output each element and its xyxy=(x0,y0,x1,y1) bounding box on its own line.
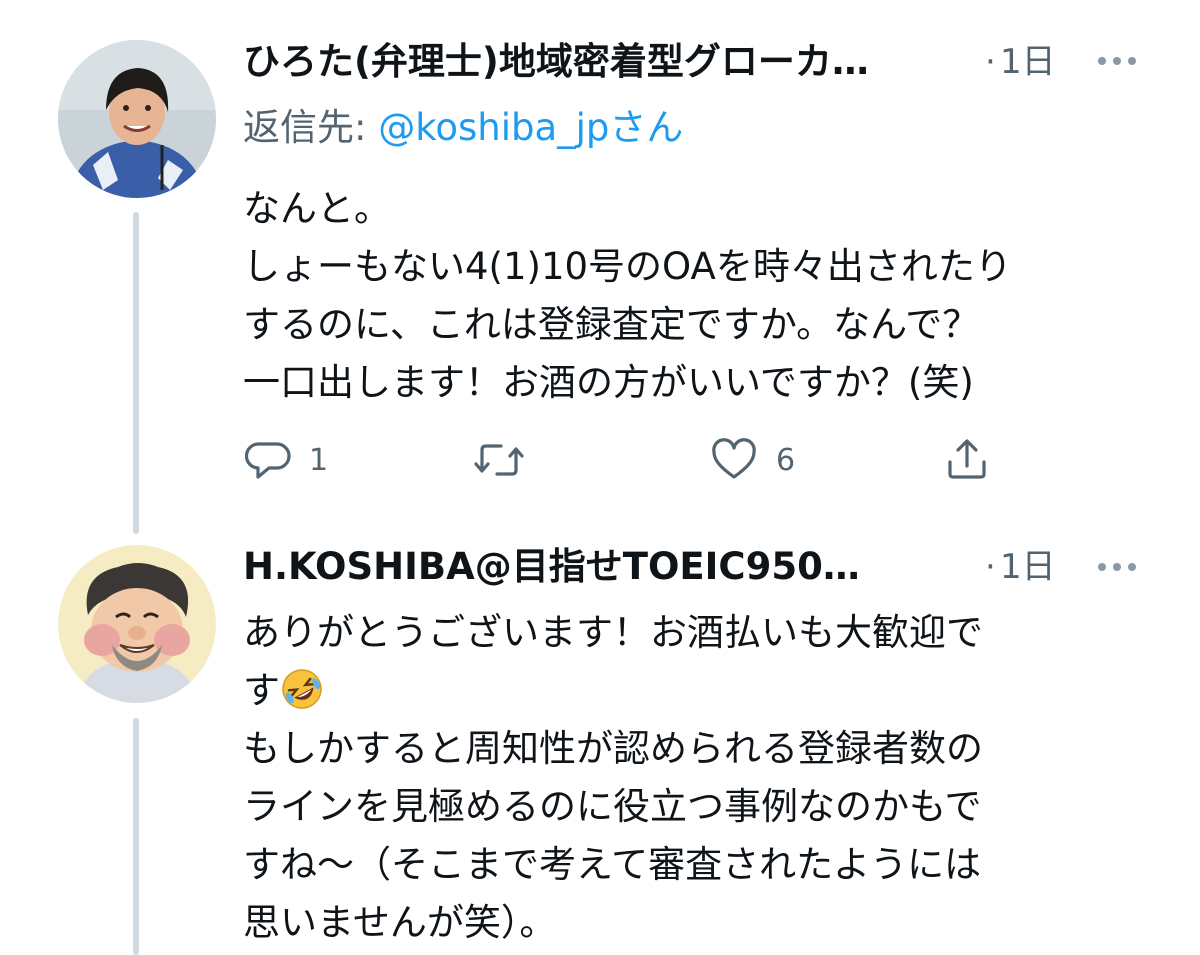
reply-to-handle[interactable]: @koshiba_jpさん xyxy=(378,106,683,149)
avatar-caricature xyxy=(58,545,216,703)
tweet-text-line: しょーもない4(1)10号のOAを時々出されたり xyxy=(243,245,1012,288)
tweet-text-line: 思いませんが笑）。 xyxy=(243,901,557,944)
retweet-button[interactable] xyxy=(473,440,543,480)
reply-to-line: 返信先: @koshiba_jpさん xyxy=(243,106,683,150)
reply-handle-suffix[interactable]: さん xyxy=(609,106,683,149)
rolling-on-floor-laughing-icon xyxy=(282,669,322,709)
speech-bubble-icon xyxy=(245,442,291,479)
reply-to-label: 返信先: xyxy=(243,106,379,149)
tweet-text-line: なんと。 xyxy=(243,187,391,230)
more-dots-icon[interactable] xyxy=(1098,57,1136,65)
separator-dot: · xyxy=(985,42,996,82)
tweet-text-line: ありがとうございます！お酒払いも大歓迎で xyxy=(243,611,983,654)
more-dots-icon[interactable] xyxy=(1098,563,1136,571)
like-button[interactable]: 6 xyxy=(710,438,795,482)
thread-connector xyxy=(133,212,139,534)
share-button[interactable] xyxy=(944,436,990,482)
like-count: 6 xyxy=(776,442,796,478)
retweet-arrows-icon xyxy=(474,444,524,476)
avatar[interactable] xyxy=(58,545,216,703)
tweet-text-line: ラインを見極めるのに役立つ事例なのかもで xyxy=(243,785,982,828)
tweet-text-line: もしかすると周知性が認められる登録者数の xyxy=(243,727,983,770)
author-name[interactable]: H.KOSHIBA@目指せTOEIC950… xyxy=(243,545,958,589)
tweet-text-line-with-emoji: す xyxy=(243,662,983,720)
tweet-text-line: 一口出します！お酒の方がいいですか？(笑) xyxy=(243,361,974,404)
reply-handle-text[interactable]: @koshiba_jp xyxy=(378,106,609,149)
tweet-text: ありがとうございます！お酒払いも大歓迎で す もしかすると周知性が認められる登録… xyxy=(243,604,983,952)
separator-dot: · xyxy=(985,547,996,587)
reply-button[interactable]: 1 xyxy=(245,438,328,482)
avatar[interactable] xyxy=(58,40,216,198)
avatar-photo xyxy=(58,40,216,198)
tweet-text-line: すね～（そこまで考えて審査されたようには xyxy=(243,843,982,886)
tweet-text-line: するのに、これは登録査定ですか。なんで？ xyxy=(243,303,980,346)
thread-connector xyxy=(133,718,139,955)
author-name[interactable]: ひろた(弁理士)地域密着型グローカ… xyxy=(243,40,978,84)
tweet-text: なんと。 しょーもない4(1)10号のOAを時々出されたり するのに、これは登録… xyxy=(243,180,1012,412)
timestamp[interactable]: 1日 xyxy=(1000,42,1056,83)
timestamp[interactable]: 1日 xyxy=(1000,547,1056,588)
tweet-text-fragment: す xyxy=(243,669,280,712)
heart-icon xyxy=(712,438,756,479)
share-upload-icon xyxy=(948,439,986,479)
reply-count: 1 xyxy=(309,442,329,478)
